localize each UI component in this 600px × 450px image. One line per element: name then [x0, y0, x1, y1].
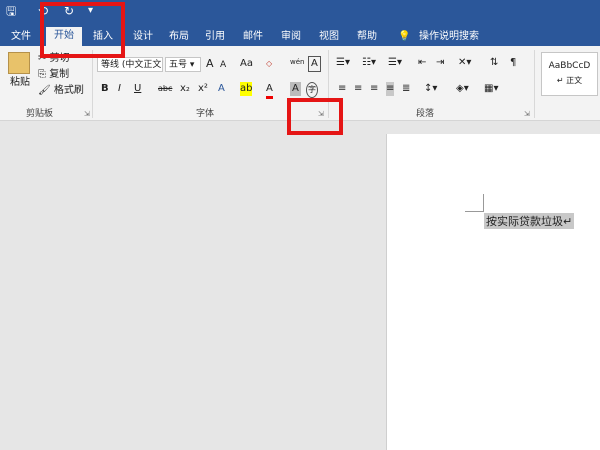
enclose-char-button[interactable]: 字 [306, 82, 318, 98]
style-normal-tile[interactable]: AaBbCcD ↵ 正文 [541, 52, 598, 96]
font-name-box[interactable]: 等线 (中文正文 [97, 57, 163, 72]
save-icon[interactable]: 🖫 [6, 3, 16, 19]
grow-font-button[interactable]: A [206, 57, 214, 71]
tab-help[interactable]: 帮助 [352, 28, 382, 46]
chinese-layout-button[interactable]: ✕▾ [458, 56, 471, 70]
highlight-box-font-launcher [287, 98, 343, 135]
shrink-font-button[interactable]: A [220, 58, 226, 72]
text-effects-button[interactable]: A [218, 82, 225, 96]
increase-indent-button[interactable]: ⇥ [436, 56, 444, 70]
bold-button[interactable]: B [101, 82, 109, 96]
document-page[interactable]: 按实际贷款垃圾↵ [386, 134, 600, 450]
italic-button[interactable]: I [118, 82, 121, 96]
char-border-button[interactable]: A [308, 56, 321, 72]
format-painter-label: 格式刷 [53, 85, 84, 96]
highlight-color-button[interactable]: ab [240, 82, 253, 96]
underline-button[interactable]: U [134, 82, 141, 96]
clipboard-dialog-launcher[interactable]: ⇲ [84, 110, 90, 118]
font-size-box[interactable]: 五号 ▾ [165, 57, 201, 72]
decrease-indent-button[interactable]: ⇤ [418, 56, 426, 70]
separator [534, 50, 535, 118]
distributed-button[interactable]: ≣ [402, 82, 410, 96]
font-size-value: 五号 [169, 60, 188, 70]
tab-review[interactable]: 审阅 [276, 28, 306, 46]
shading-button[interactable]: ◈▾ [456, 82, 469, 96]
sort-button[interactable]: ⇅ [490, 56, 498, 70]
font-color-button[interactable]: A [266, 82, 273, 99]
tab-design[interactable]: 设计 [128, 28, 158, 46]
align-left-button[interactable]: ≡ [338, 82, 346, 96]
paragraph-dialog-launcher[interactable]: ⇲ [524, 110, 530, 118]
numbering-button[interactable]: ☷▾ [362, 56, 376, 70]
paste-icon[interactable] [8, 52, 30, 74]
bullets-button[interactable]: ☰▾ [336, 56, 350, 70]
font-group-label: 字体 [196, 109, 215, 119]
tab-layout[interactable]: 布局 [164, 28, 194, 46]
separator [92, 50, 93, 118]
tab-view[interactable]: 视图 [314, 28, 344, 46]
style-sample: AaBbCcD [548, 61, 591, 71]
highlight-box-home-tab [40, 2, 125, 58]
phonetic-guide-button[interactable]: wén [290, 55, 304, 69]
multilevel-list-button[interactable]: ☰▾ [388, 56, 402, 70]
tab-mailings[interactable]: 邮件 [238, 28, 268, 46]
clear-format-icon[interactable]: ◇ [266, 57, 272, 71]
lightbulb-icon: 💡 [398, 31, 411, 42]
margin-mark [465, 211, 483, 212]
strikethrough-button[interactable]: abc [158, 82, 172, 96]
subscript-button[interactable]: x₂ [180, 82, 190, 96]
copy-label: 复制 [49, 69, 70, 80]
paragraph-group-label: 段落 [416, 109, 435, 119]
borders-button[interactable]: ▦▾ [484, 82, 498, 96]
clipboard-group-label: 剪贴板 [26, 109, 54, 119]
tab-references[interactable]: 引用 [200, 28, 230, 46]
show-marks-button[interactable]: ¶ [510, 56, 516, 70]
margin-mark [483, 194, 484, 212]
format-painter-button[interactable]: 🖌 格式刷 [38, 84, 84, 98]
char-shading-button[interactable]: A [290, 82, 301, 96]
justify-button[interactable]: ≡ [386, 82, 395, 96]
copy-button[interactable]: ⎘ 复制 [38, 68, 69, 82]
change-case-button[interactable]: Aa [240, 57, 253, 71]
tell-me-search[interactable]: 操作说明搜索 [414, 28, 484, 46]
align-center-button[interactable]: ≡ [354, 82, 362, 96]
style-name: ↵ 正文 [556, 76, 583, 85]
document-text[interactable]: 按实际贷款垃圾↵ [484, 213, 575, 229]
paste-button[interactable]: 粘贴 [10, 76, 30, 90]
font-name-value: 等线 (中文正文 [101, 60, 162, 70]
superscript-button[interactable]: x² [198, 82, 208, 96]
line-spacing-button[interactable]: ↕▾ [424, 82, 437, 96]
tab-file[interactable]: 文件 [8, 28, 34, 46]
align-right-button[interactable]: ≡ [370, 82, 378, 96]
